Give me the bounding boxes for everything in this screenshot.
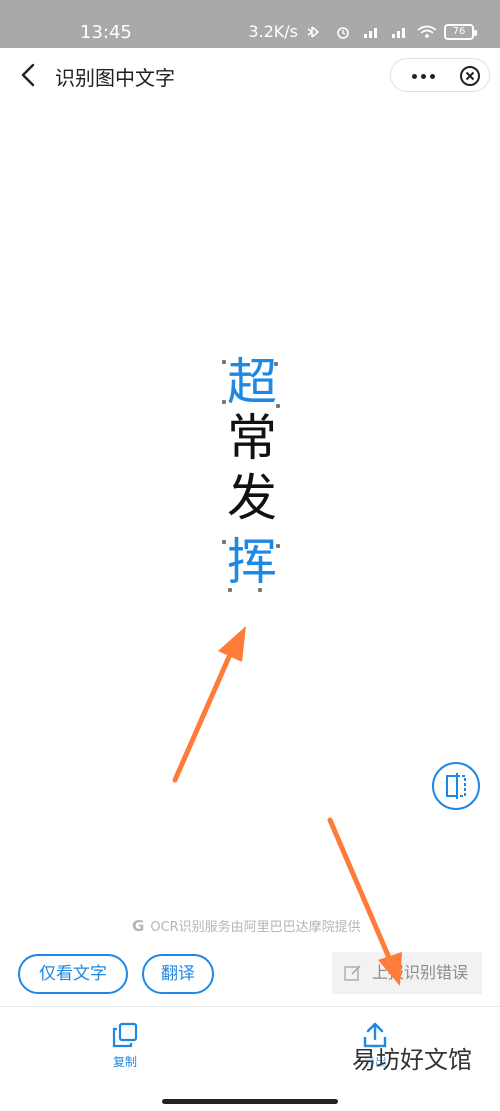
battery-icon: 76 bbox=[444, 23, 477, 40]
split-view-icon bbox=[446, 773, 466, 799]
report-error-button[interactable]: 上报识别错误 bbox=[332, 952, 482, 994]
mini-program-capsule bbox=[390, 58, 490, 92]
selection-dot bbox=[222, 400, 226, 404]
provider-logo-icon: G bbox=[132, 916, 145, 935]
status-time: 13:45 bbox=[80, 22, 132, 43]
only-text-button[interactable]: 仅看文字 bbox=[18, 954, 128, 994]
copy-label: 复制 bbox=[112, 1055, 137, 1069]
signal-icon-2 bbox=[392, 27, 405, 38]
network-speed: 3.2K/s bbox=[248, 22, 298, 41]
recognized-char[interactable]: 挥 bbox=[226, 534, 278, 590]
recognized-char[interactable]: 超 bbox=[226, 354, 278, 410]
status-indicators: 3.2K/s 76 bbox=[248, 22, 477, 41]
selection-dot bbox=[228, 588, 232, 592]
translate-button[interactable]: 翻译 bbox=[142, 954, 214, 994]
recognized-char[interactable]: 常 bbox=[226, 410, 278, 466]
selection-dot bbox=[276, 404, 280, 408]
bluetooth-icon bbox=[307, 25, 320, 38]
selection-dot bbox=[258, 588, 262, 592]
back-arrow-icon[interactable] bbox=[14, 60, 44, 90]
selection-dot bbox=[222, 360, 226, 364]
copy-button[interactable]: 复制 bbox=[85, 1021, 165, 1070]
alarm-icon bbox=[337, 26, 349, 39]
signal-icon bbox=[364, 27, 377, 38]
edit-icon bbox=[344, 965, 361, 981]
status-bar: 13:45 3.2K/s 76 bbox=[0, 0, 500, 48]
more-icon[interactable] bbox=[403, 65, 443, 87]
home-indicator[interactable] bbox=[162, 1099, 338, 1104]
selection-dot bbox=[222, 540, 226, 544]
nav-bar: 识别图中文字 bbox=[0, 48, 500, 104]
page-title: 识别图中文字 bbox=[55, 66, 175, 90]
wifi-icon bbox=[417, 25, 437, 38]
copy-icon bbox=[112, 1022, 138, 1048]
ocr-provider-text: OCR识别服务由阿里巴巴达摩院提供 bbox=[150, 920, 361, 935]
selection-dot bbox=[274, 362, 278, 366]
report-error-label: 上报识别错误 bbox=[372, 963, 469, 982]
selection-dot bbox=[276, 544, 280, 548]
recognized-text-image: 超 常 发 挥 bbox=[218, 352, 284, 592]
watermark: 易坊好文馆 bbox=[352, 1046, 472, 1074]
compare-view-button[interactable] bbox=[432, 762, 480, 810]
close-icon[interactable] bbox=[459, 65, 481, 87]
ocr-provider-note: G OCR识别服务由阿里巴巴达摩院提供 bbox=[132, 916, 361, 936]
recognized-char[interactable]: 发 bbox=[226, 470, 278, 526]
